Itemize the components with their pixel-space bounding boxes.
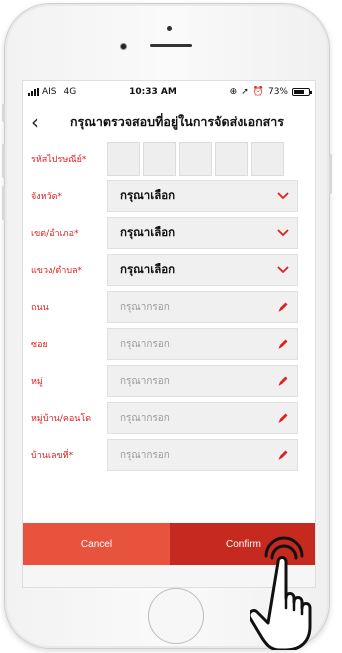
pencil-icon [278,450,288,460]
pencil-icon [278,339,288,349]
phone-volume-up-button [2,144,5,178]
moo-label: หมู่ [31,377,43,387]
road-input[interactable]: กรุณากรอก [107,291,298,323]
postal-code-boxes [107,142,284,176]
province-select[interactable]: กรุณาเลือก [107,180,298,212]
soi-input[interactable]: กรุณากรอก [107,328,298,360]
carrier-name: AIS [42,87,57,97]
battery-percent: 73% [267,87,288,97]
province-value: กรุณาเลือก [120,188,176,202]
village-input[interactable]: กรุณากรอก [107,402,298,434]
road-placeholder: กรุณากรอก [120,301,170,313]
province-row: จังหวัด* กรุณาเลือก [23,178,315,214]
pencil-icon [278,302,288,312]
district-row: เขต/อำเภอ* กรุณาเลือก [23,215,315,251]
address-form: รหัสไปรษณีย์* จังหวัด* กรุณาเลือก เขต/อำ… [23,141,315,473]
district-value: กรุณาเลือก [120,225,176,239]
battery-fill [293,90,305,94]
tap-hand-icon [250,536,312,650]
phone-speaker [150,44,192,47]
postal-digit-box[interactable] [143,142,176,176]
soi-label: ซอย [31,340,48,350]
phone-mute-switch [2,104,5,122]
location-icon: ➚ [241,87,249,97]
moo-row: หมู่ กรุณากรอก [23,363,315,399]
nav-bar: ‹ กรุณาตรวจสอบที่อยู่ในการจัดส่งเอกสาร [23,103,315,141]
house-no-row: บ้านเลขที่* กรุณากรอก [23,437,315,473]
chevron-left-icon[interactable]: ‹ [31,112,61,132]
chevron-down-icon [277,229,289,237]
signal-icon [28,88,39,96]
postal-digit-box[interactable] [107,142,140,176]
road-row: ถนน กรุณากรอก [23,289,315,325]
app-screen: AIS 4G 10:33 AM ⊕ ➚ ⏰ 73% ‹ กรุณาตรวจสอบ… [22,80,316,588]
moo-input[interactable]: กรุณากรอก [107,365,298,397]
subdistrict-label: แขวง/ตำบล* [31,266,83,276]
soi-row: ซอย กรุณากรอก [23,326,315,362]
alarm-icon: ⏰ [252,87,264,97]
battery-icon [291,88,312,96]
subdistrict-select[interactable]: กรุณาเลือก [107,254,298,286]
subdistrict-value: กรุณาเลือก [120,262,176,276]
village-label: หมู่บ้าน/คอนโด [31,414,92,424]
province-label: จังหวัด* [31,192,62,202]
cancel-button[interactable]: Cancel [23,523,170,565]
village-placeholder: กรุณากรอก [120,412,170,424]
soi-placeholder: กรุณากรอก [120,338,170,350]
lock-rotation-icon: ⊕ [229,87,238,97]
home-button[interactable] [148,588,204,644]
phone-volume-down-button [2,186,5,220]
district-label: เขต/อำเภอ* [31,229,79,239]
subdistrict-row: แขวง/ตำบล* กรุณาเลือก [23,252,315,288]
phone-sensor [167,26,172,31]
postal-digit-box[interactable] [251,142,284,176]
phone-camera [120,43,127,50]
clock: 10:33 AM [129,87,177,97]
postal-code-row: รหัสไปรษณีย์* [23,141,315,177]
pencil-icon [278,376,288,386]
district-select[interactable]: กรุณาเลือก [107,217,298,249]
phone-power-button [329,154,332,194]
house-no-placeholder: กรุณากรอก [120,449,170,461]
page-title: กรุณาตรวจสอบที่อยู่ในการจัดส่งเอกสาร [69,114,285,129]
network-type: 4G [63,87,77,97]
pencil-icon [278,413,288,423]
house-no-input[interactable]: กรุณากรอก [107,439,298,471]
moo-placeholder: กรุณากรอก [120,375,170,387]
house-no-label: บ้านเลขที่* [31,451,74,461]
road-label: ถนน [31,303,49,313]
postal-digit-box[interactable] [179,142,212,176]
village-row: หมู่บ้าน/คอนโด กรุณากรอก [23,400,315,436]
postal-digit-box[interactable] [215,142,248,176]
postal-code-label: รหัสไปรษณีย์* [31,155,87,165]
status-bar: AIS 4G 10:33 AM ⊕ ➚ ⏰ 73% [23,81,315,103]
chevron-down-icon [277,192,289,200]
chevron-down-icon [277,266,289,274]
